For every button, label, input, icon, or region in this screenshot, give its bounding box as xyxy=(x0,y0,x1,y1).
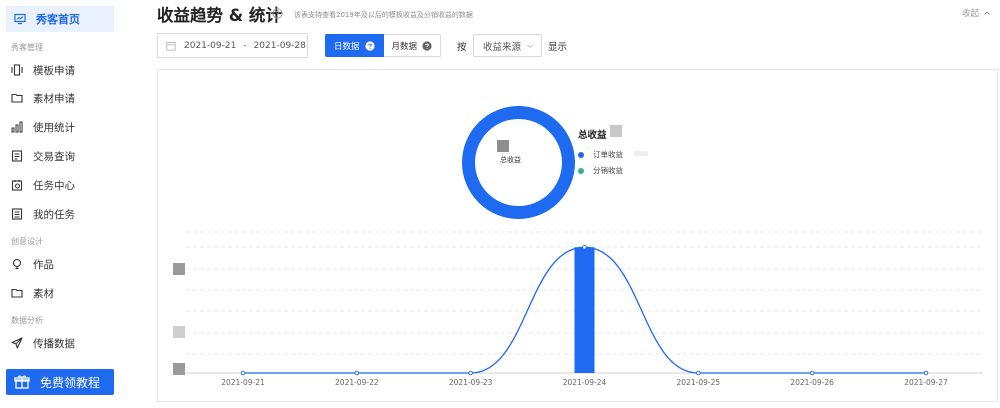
group-by-value: 收益来源 xyxy=(483,41,522,53)
tab-monthly[interactable]: 月数据 xyxy=(383,34,442,57)
sidebar-item-spread-data[interactable]: 传播数据 xyxy=(11,333,75,353)
section-title-design: 创意设计 xyxy=(11,237,43,246)
x-tick-label: 2021-09-22 xyxy=(335,378,379,387)
list-icon xyxy=(11,208,23,220)
legend-title-swatch xyxy=(610,125,622,137)
sidebar-item-label: 秀客首页 xyxy=(36,13,80,26)
folder-icon xyxy=(11,93,23,103)
legend-dot-distribution xyxy=(578,167,584,174)
sidebar-item-works[interactable]: 作品 xyxy=(11,254,54,274)
legend-title: 总收益 xyxy=(578,130,607,141)
template-icon xyxy=(11,64,23,76)
revenue-trend-chart: 2021-09-21 2021-09-22 2021-09-23 2021-09-24… xyxy=(186,231,983,387)
section-title-analytics: 数据分析 xyxy=(11,316,43,325)
help-circle-icon[interactable] xyxy=(272,8,283,19)
series-point xyxy=(468,370,473,376)
bar-chart-icon xyxy=(11,121,23,133)
send-icon xyxy=(11,337,23,349)
series-point xyxy=(240,370,246,376)
date-end[interactable]: 2021-09-28 xyxy=(254,41,306,51)
date-separator: - xyxy=(243,40,247,51)
series-point xyxy=(923,370,929,376)
x-tick-label: 2021-09-21 xyxy=(221,378,265,387)
sidebar-item-material-apply[interactable]: 素材申请 xyxy=(11,88,75,108)
tab-daily[interactable]: 日数据 xyxy=(325,34,384,57)
tab-monthly-label: 月数据 xyxy=(391,41,418,52)
legend-label-order: 订单收益 xyxy=(593,150,623,159)
monitor-icon xyxy=(14,13,26,25)
series-point xyxy=(809,370,815,376)
help-circle-icon[interactable] xyxy=(422,40,432,51)
sidebar-item-label: 我的任务 xyxy=(33,208,75,221)
sidebar-item-my-tasks[interactable]: 我的任务 xyxy=(11,204,75,224)
collapse-toggle[interactable]: 收起 xyxy=(962,7,991,19)
chevron-up-icon xyxy=(984,11,990,15)
sidebar-item-label: 模板申请 xyxy=(33,64,75,77)
chevron-down-icon xyxy=(527,44,533,48)
folder-icon xyxy=(11,288,23,298)
x-tick-label: 2021-09-27 xyxy=(904,378,948,387)
granularity-toggle: 日数据 月数据 xyxy=(325,34,442,57)
x-tick-label: 2021-09-23 xyxy=(449,378,493,387)
legend-dot-order xyxy=(578,151,584,158)
sidebar-item-label: 作品 xyxy=(33,258,54,271)
donut-center-label: 总收益 xyxy=(500,156,521,164)
sidebar-item-label: 素材 xyxy=(33,287,54,300)
date-start[interactable]: 2021-09-21 xyxy=(184,41,236,51)
sidebar-item-label: 传播数据 xyxy=(33,337,75,350)
sidebar-item-label: 任务中心 xyxy=(33,179,75,192)
task-icon xyxy=(11,180,23,191)
sidebar-item-materials[interactable]: 素材 xyxy=(11,283,54,303)
x-tick-label: 2021-09-24 xyxy=(563,378,607,387)
sidebar-item-template-apply[interactable]: 模板申请 xyxy=(11,60,75,80)
x-tick-label: 2021-09-26 xyxy=(790,378,834,387)
free-tutorial-label: 免费领教程 xyxy=(40,375,101,390)
free-tutorial-button[interactable]: 免费领教程 xyxy=(6,369,114,395)
show-label: 显示 xyxy=(548,42,568,53)
sidebar-item-home[interactable]: 秀客首页 xyxy=(6,6,114,32)
legend-item-distribution[interactable]: 分销收益 xyxy=(578,165,623,176)
page-title: 收益趋势 & 统计 xyxy=(157,6,282,25)
calendar-icon xyxy=(166,41,176,51)
group-by-label: 按 xyxy=(457,42,467,53)
sidebar-item-label: 素材申请 xyxy=(33,92,75,105)
series-point xyxy=(696,370,701,376)
donut-center-swatch xyxy=(497,140,509,152)
bulb-icon xyxy=(12,258,22,270)
sidebar-item-transactions[interactable]: 交易查询 xyxy=(11,146,75,166)
sidebar-item-task-center[interactable]: 任务中心 xyxy=(11,175,75,195)
help-circle-icon[interactable] xyxy=(364,40,375,51)
sidebar-item-label: 交易查询 xyxy=(33,150,75,163)
tab-daily-label: 日数据 xyxy=(334,41,360,52)
legend-item-order[interactable]: 订单收益 xyxy=(578,149,623,160)
series-point xyxy=(582,245,587,250)
sidebar: 秀客首页 秀客管理 模板申请 素材申请 使用统计 交易查询 任务中心 我的任务 … xyxy=(0,0,124,408)
x-tick-label: 2021-09-25 xyxy=(677,378,721,387)
legend-value-placeholder xyxy=(634,151,648,156)
document-icon xyxy=(11,150,23,162)
gift-icon xyxy=(14,375,30,389)
chart-bar xyxy=(574,247,595,373)
sidebar-item-usage-stats[interactable]: 使用统计 xyxy=(11,117,75,137)
collapse-label: 收起 xyxy=(962,9,980,19)
page-description: 该表支持查看2019年及以后的模板收益及分销收益的数据 xyxy=(294,11,473,19)
section-title-management: 秀客管理 xyxy=(11,43,43,52)
group-by-select[interactable]: 收益来源 xyxy=(473,34,542,57)
legend-label-distribution: 分销收益 xyxy=(593,166,623,175)
series-point xyxy=(354,370,360,376)
date-range-picker[interactable]: 2021-09-21 - 2021-09-28 xyxy=(157,33,308,58)
sidebar-item-label: 使用统计 xyxy=(33,121,75,134)
